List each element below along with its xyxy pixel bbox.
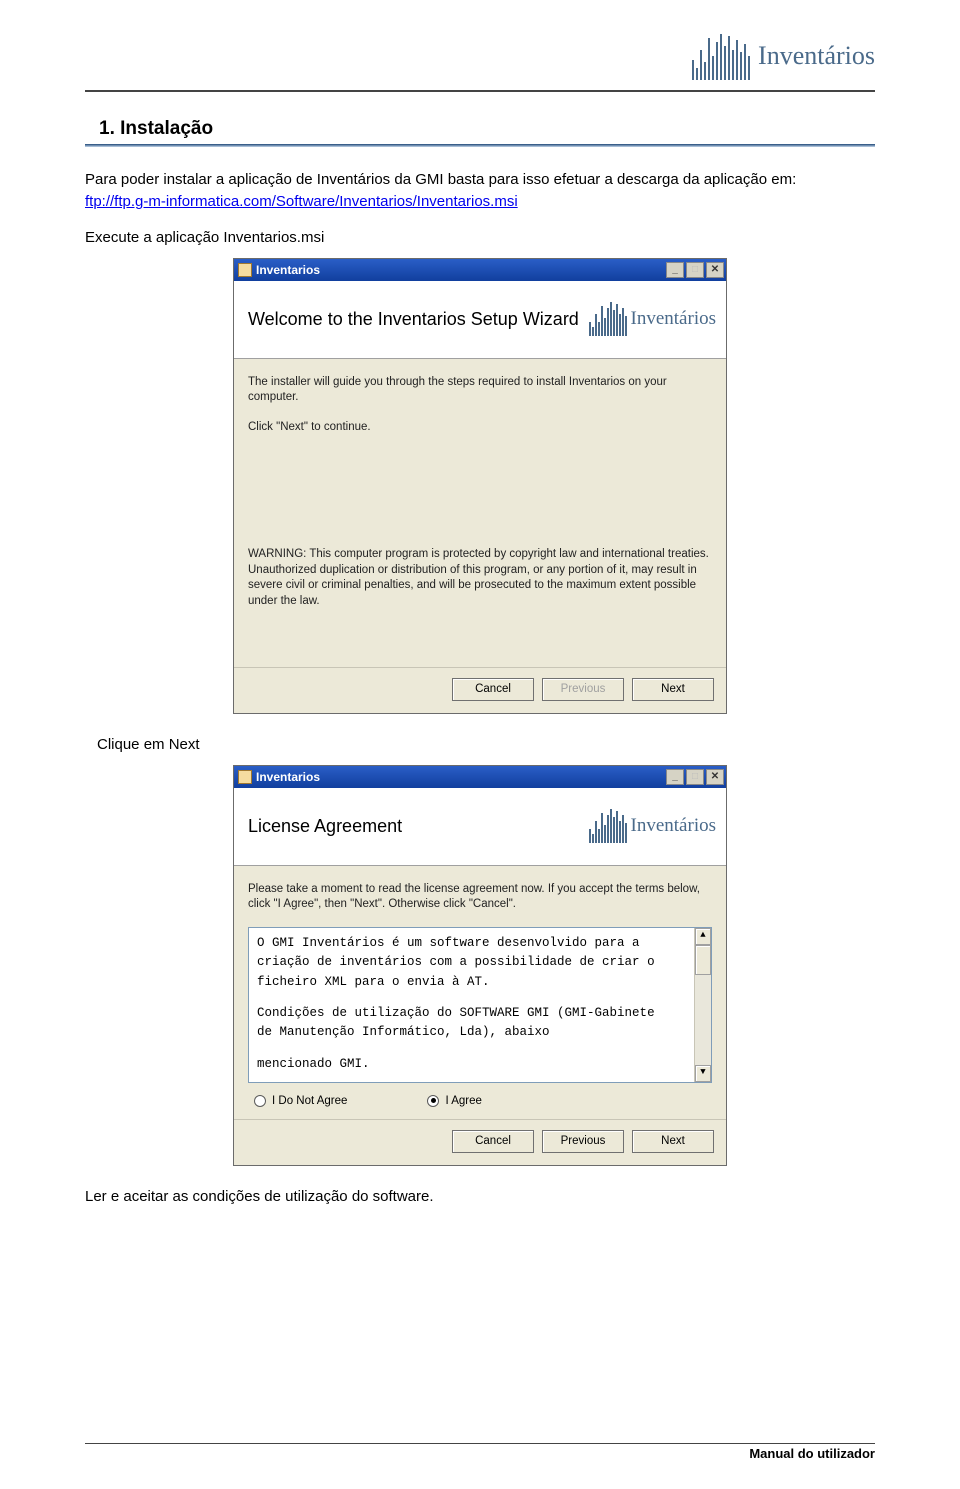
button-bar: Cancel Previous Next: [234, 667, 726, 713]
footer-divider: [85, 1443, 875, 1444]
close-button[interactable]: ✕: [706, 262, 724, 278]
cancel-button[interactable]: Cancel: [452, 678, 534, 701]
banner-logo: Inventários: [589, 809, 716, 843]
page-header-logo: Inventários: [85, 26, 875, 86]
license-line: ficheiro XML para o envia à AT.: [257, 973, 707, 992]
minimize-button[interactable]: _: [666, 769, 684, 785]
wizard-heading: Welcome to the Inventarios Setup Wizard: [248, 309, 579, 330]
click-next-text: Click "Next" to continue.: [248, 420, 712, 436]
logo-bars-icon: [692, 32, 750, 80]
footer-text: Manual do utilizador: [85, 1446, 875, 1461]
scroll-thumb[interactable]: [695, 945, 711, 975]
next-button[interactable]: Next: [632, 678, 714, 701]
license-instruction: Please take a moment to read the license…: [248, 882, 712, 913]
banner: License Agreement Inventários: [234, 788, 726, 866]
window-title: Inventarios: [256, 263, 320, 277]
radio-do-not-agree-label: I Do Not Agree: [272, 1095, 347, 1107]
license-line: O GMI Inventários é um software desenvol…: [257, 934, 707, 953]
accept-caption: Ler e aceitar as condições de utilização…: [85, 1188, 875, 1205]
license-textbox[interactable]: O GMI Inventários é um software desenvol…: [248, 927, 712, 1083]
warning-text: WARNING: This computer program is protec…: [248, 547, 712, 609]
radio-icon: [427, 1095, 439, 1107]
guide-text: The installer will guide you through the…: [248, 375, 712, 406]
logo-text: Inventários: [758, 41, 875, 71]
radio-agree[interactable]: I Agree: [427, 1095, 481, 1107]
logo-bars-icon: [589, 809, 627, 843]
license-line: de Manutenção Informático, Lda), abaixo: [257, 1023, 707, 1042]
header-divider: [85, 90, 875, 92]
scroll-down-icon[interactable]: ▼: [695, 1065, 711, 1082]
wizard-heading: License Agreement: [248, 816, 402, 837]
title-underline: [85, 144, 875, 147]
banner-logo-text: Inventários: [631, 815, 716, 837]
window-title: Inventarios: [256, 770, 320, 784]
maximize-button: □: [686, 769, 704, 785]
click-next-caption: Clique em Next: [97, 736, 875, 753]
scrollbar[interactable]: ▲ ▼: [694, 928, 711, 1082]
radio-do-not-agree[interactable]: I Do Not Agree: [254, 1095, 347, 1107]
installer-icon: [238, 770, 252, 784]
installer-icon: [238, 263, 252, 277]
section-title: 1. Instalação: [99, 118, 875, 140]
radio-agree-label: I Agree: [445, 1095, 481, 1107]
banner-logo-text: Inventários: [631, 308, 716, 330]
download-link[interactable]: ftp://ftp.g-m-informatica.com/Software/I…: [85, 193, 518, 210]
titlebar: Inventarios _ □ ✕: [234, 259, 726, 281]
cancel-button[interactable]: Cancel: [452, 1130, 534, 1153]
minimize-button[interactable]: _: [666, 262, 684, 278]
next-button[interactable]: Next: [632, 1130, 714, 1153]
scroll-track[interactable]: [695, 975, 711, 1065]
license-line: mencionado GMI.: [257, 1055, 707, 1074]
banner-logo: Inventários: [589, 302, 716, 336]
installer-window-license: Inventarios _ □ ✕ License Agreement: [233, 765, 727, 1166]
button-bar: Cancel Previous Next: [234, 1119, 726, 1165]
execute-text: Execute a aplicação Inventarios.msi: [85, 229, 875, 246]
license-line: criação de inventários com a possibilida…: [257, 953, 707, 972]
maximize-button: □: [686, 262, 704, 278]
titlebar: Inventarios _ □ ✕: [234, 766, 726, 788]
banner: Welcome to the Inventarios Setup Wizard …: [234, 281, 726, 359]
scroll-up-icon[interactable]: ▲: [695, 928, 711, 945]
page-footer: Manual do utilizador: [85, 1443, 875, 1461]
intro-text: Para poder instalar a aplicação de Inven…: [85, 169, 875, 191]
radio-icon: [254, 1095, 266, 1107]
installer-window-welcome: Inventarios _ □ ✕ Welcome to the Inventa…: [233, 258, 727, 714]
license-line: Condições de utilização do SOFTWARE GMI …: [257, 1004, 707, 1023]
previous-button: Previous: [542, 678, 624, 701]
close-button[interactable]: ✕: [706, 769, 724, 785]
previous-button[interactable]: Previous: [542, 1130, 624, 1153]
logo-bars-icon: [589, 302, 627, 336]
